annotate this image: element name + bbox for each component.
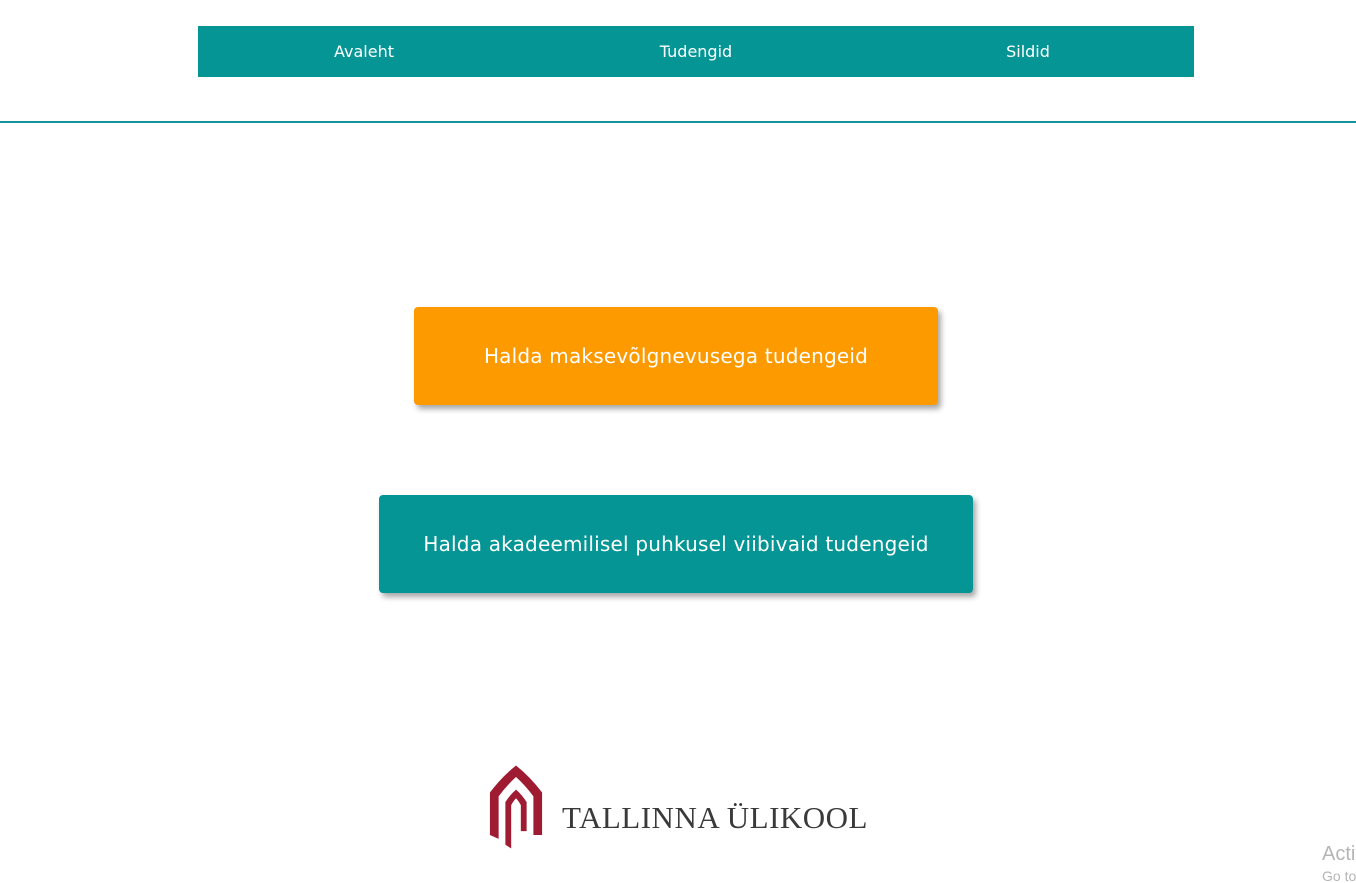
nav-item-sildid[interactable]: Sildid [862,26,1194,77]
nav-item-tudengid[interactable]: Tudengid [530,26,862,77]
nav-item-label: Avaleht [334,42,394,61]
nav-item-label: Tudengid [659,42,733,61]
activation-watermark: Acti Go to [1322,841,1356,883]
manage-academic-leave-students-button[interactable]: Halda akadeemilisel puhkusel viibivaid t… [379,495,973,593]
logo-text: TALLINNA ÜLIKOOL [562,800,868,835]
university-logo: TALLINNA ÜLIKOOL [488,761,868,853]
button-label: Halda maksevõlgnevusega tudengeid [483,344,869,368]
top-navigation: Avaleht Tudengid Sildid [198,26,1194,77]
nav-item-avaleht[interactable]: Avaleht [198,26,530,77]
university-emblem-icon [489,765,543,849]
manage-debt-students-button[interactable]: Halda maksevõlgnevusega tudengeid [414,307,938,405]
button-label: Halda akadeemilisel puhkusel viibivaid t… [423,532,929,556]
nav-item-label: Sildid [1006,42,1050,61]
watermark-line: Go to [1322,868,1356,883]
page: Avaleht Tudengid Sildid Halda maksevõlgn… [0,0,1356,883]
watermark-line: Acti [1322,843,1356,865]
header-divider [0,121,1356,123]
